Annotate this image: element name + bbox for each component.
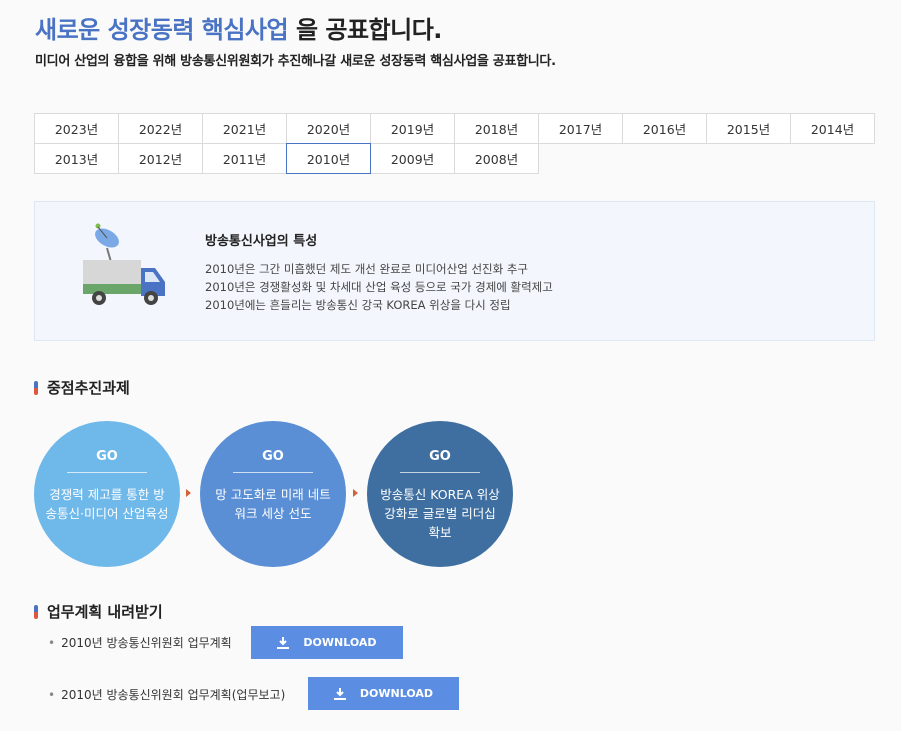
download-label: 2010년 방송통신위원회 업무계획(업무보고) [61,688,286,702]
task-divider [67,472,147,473]
year-tab-2019[interactable]: 2019년 [370,113,455,144]
page-title-highlight: 새로운 성장동력 핵심사업 [35,16,289,44]
year-tab-2022[interactable]: 2022년 [118,113,203,144]
section-marker-icon [34,380,38,395]
bullet-icon: • [48,635,56,650]
task-circle-3: GO 방송통신 KOREA 위상 강화로 글로벌 리더십 확보 [367,421,513,567]
download-icon [333,687,346,700]
year-tab-2009[interactable]: 2009년 [370,143,455,174]
year-tabs: 2023년 2022년 2021년 2020년 2019년 2018년 2017… [34,113,875,174]
download-icon [277,636,290,649]
task-text: 방송통신 KOREA 위상 강화로 글로벌 리더십 확보 [380,487,500,540]
year-tab-2014[interactable]: 2014년 [790,113,875,144]
task-go-label: GO [429,449,451,464]
task-text: 망 고도화로 미래 네트워크 세상 선도 [215,487,331,521]
task-divider [400,472,480,473]
task-text: 경쟁력 제고를 통한 방송통신·미디어 산업육성 [45,487,169,521]
year-tab-2008[interactable]: 2008년 [454,143,539,174]
page-title: 새로운 성장동력 핵심사업 을 공표합니다. [35,10,442,45]
task-circle-1: GO 경쟁력 제고를 통한 방송통신·미디어 산업육성 [34,421,180,567]
task-go-label: GO [96,449,118,464]
task-circle-2: GO 망 고도화로 미래 네트워크 세상 선도 [200,421,346,567]
downloads-heading-text: 업무계획 내려받기 [47,603,163,621]
arrow-right-icon [186,489,191,497]
section-marker-icon [34,604,38,619]
year-tab-2017[interactable]: 2017년 [538,113,623,144]
feature-line: 2010년은 경쟁활성화 및 차세대 산업 육성 등으로 국가 경제에 활력제고 [205,280,553,294]
year-tab-2023[interactable]: 2023년 [34,113,119,144]
feature-line: 2010년에는 흔들리는 방송통신 강국 KOREA 위상을 다시 정립 [205,298,511,312]
year-tab-2015[interactable]: 2015년 [706,113,791,144]
download-button-label: DOWNLOAD [303,636,377,649]
arrow-right-icon [353,489,358,497]
download-button-label: DOWNLOAD [359,687,434,700]
task-go-label: GO [262,449,284,464]
tasks-heading: 중점추진과제 [34,377,130,398]
year-tab-2020[interactable]: 2020년 [286,113,371,144]
year-tab-2018[interactable]: 2018년 [454,113,539,144]
download-button-1[interactable]: DOWNLOAD [251,626,403,659]
tasks-heading-text: 중점추진과제 [47,379,130,397]
download-item-1: • 2010년 방송통신위원회 업무계획 [48,634,232,651]
downloads-heading: 업무계획 내려받기 [34,601,163,622]
tasks-flow: GO 경쟁력 제고를 통한 방송통신·미디어 산업육성 GO 망 고도화로 미래… [34,421,514,571]
bullet-icon: • [48,687,56,702]
feature-line: 2010년은 그간 미흡했던 제도 개선 완료로 미디어산업 선진화 추구 [205,262,529,276]
feature-box: 방송통신사업의 특성 2010년은 그간 미흡했던 제도 개선 완료로 미디어산… [34,201,875,341]
year-tab-2021[interactable]: 2021년 [202,113,287,144]
page-subtitle: 미디어 산업의 융합을 위해 방송통신위원회가 추진해나갈 새로운 성장동력 핵… [35,54,556,69]
feature-title: 방송통신사업의 특성 [205,234,318,249]
year-tab-2010[interactable]: 2010년 [286,143,371,174]
feature-lines: 2010년은 그간 미흡했던 제도 개선 완료로 미디어산업 선진화 추구 20… [205,260,553,314]
download-item-2: • 2010년 방송통신위원회 업무계획(업무보고) [48,686,285,703]
task-divider [233,472,313,473]
year-tab-2013[interactable]: 2013년 [34,143,119,174]
download-label: 2010년 방송통신위원회 업무계획 [61,636,232,650]
page-title-rest: 을 공표합니다. [288,16,442,44]
year-tab-2011[interactable]: 2011년 [202,143,287,174]
year-tab-2012[interactable]: 2012년 [118,143,203,174]
year-tab-2016[interactable]: 2016년 [622,113,707,144]
download-button-2[interactable]: DOWNLOAD [308,677,459,710]
broadcast-truck-icon [83,223,165,305]
